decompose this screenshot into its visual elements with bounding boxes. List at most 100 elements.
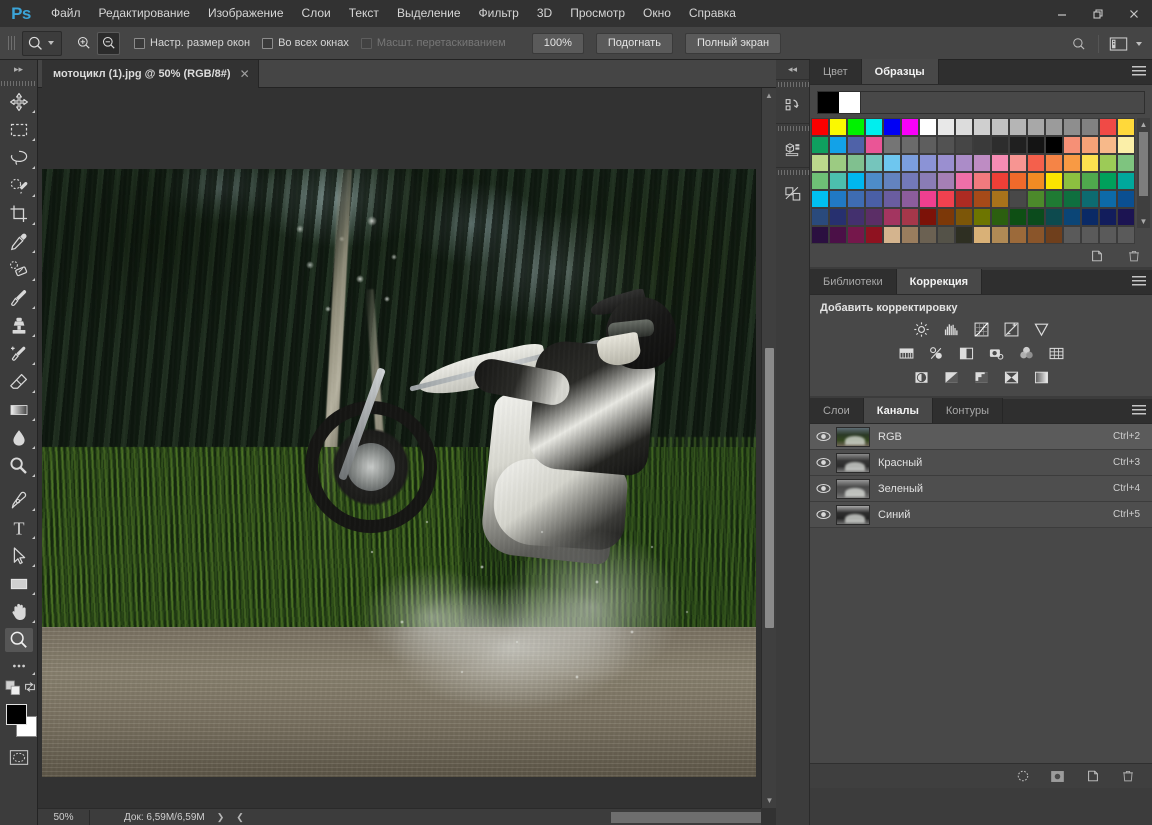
tool-lasso[interactable] (0, 144, 38, 172)
toolbar-grip[interactable] (0, 79, 37, 88)
color-swatch[interactable] (991, 154, 1009, 172)
delete-channel-button[interactable] (1119, 768, 1136, 785)
foreground-color-swatch[interactable] (6, 704, 27, 725)
color-swatch[interactable] (973, 172, 991, 190)
color-swatch[interactable] (955, 208, 973, 226)
tool-history-brush[interactable] (0, 340, 38, 368)
color-swatch[interactable] (883, 136, 901, 154)
color-swatch[interactable] (901, 208, 919, 226)
color-swatch[interactable] (829, 172, 847, 190)
color-swatch[interactable] (1099, 118, 1117, 136)
color-swatch[interactable] (1027, 136, 1045, 154)
color-swatch[interactable] (811, 172, 829, 190)
fill-screen-button[interactable]: Полный экран (684, 32, 782, 54)
close-icon[interactable]: ✕ (240, 67, 250, 81)
color-swatch[interactable] (1063, 190, 1081, 208)
color-swatch[interactable] (1081, 118, 1099, 136)
minimize-button[interactable] (1044, 0, 1080, 27)
color-swatch[interactable] (829, 208, 847, 226)
swatches-scroll-thumb[interactable] (1139, 132, 1148, 196)
color-swatch[interactable] (847, 208, 865, 226)
menu-item-filter[interactable]: Фильтр (470, 0, 528, 27)
color-swatch[interactable] (919, 208, 937, 226)
menu-item-window[interactable]: Окно (634, 0, 680, 27)
color-swatch[interactable] (1009, 154, 1027, 172)
color-swatch[interactable] (1009, 208, 1027, 226)
color-swatch[interactable] (847, 136, 865, 154)
color-swatch[interactable] (1045, 190, 1063, 208)
color-swatch[interactable] (955, 154, 973, 172)
gradient-map-icon[interactable] (1030, 367, 1052, 387)
color-swatch[interactable] (1009, 136, 1027, 154)
color-swatch[interactable] (1045, 172, 1063, 190)
color-swatch[interactable] (883, 208, 901, 226)
zoom-out-button[interactable] (97, 31, 120, 55)
color-swatch[interactable] (865, 226, 883, 244)
color-swatch[interactable] (811, 154, 829, 172)
black-white-icon[interactable] (955, 343, 977, 363)
color-swatch[interactable] (955, 118, 973, 136)
levels-icon[interactable] (940, 319, 962, 339)
color-swatch[interactable] (937, 118, 955, 136)
color-swatch[interactable] (883, 190, 901, 208)
menu-item-view[interactable]: Просмотр (561, 0, 634, 27)
color-swatch[interactable] (1027, 154, 1045, 172)
color-swatch[interactable] (919, 190, 937, 208)
color-swatch[interactable] (1117, 226, 1135, 244)
chevron-up-icon[interactable]: ▲ (1137, 118, 1150, 131)
tool-dodge[interactable] (0, 452, 38, 480)
channel-row[interactable]: RGB Ctrl+2 (810, 424, 1152, 450)
color-swatch[interactable] (901, 172, 919, 190)
color-swatch[interactable] (1081, 136, 1099, 154)
color-swatch[interactable] (1009, 190, 1027, 208)
tool-hand[interactable] (0, 598, 38, 626)
color-swatch[interactable] (865, 136, 883, 154)
color-swatch[interactable] (1063, 208, 1081, 226)
color-swatch[interactable] (973, 154, 991, 172)
color-swatch[interactable] (919, 136, 937, 154)
color-swatch[interactable] (883, 118, 901, 136)
color-swatch[interactable] (1117, 154, 1135, 172)
color-swatch[interactable] (1009, 226, 1027, 244)
all-windows-checkbox[interactable]: Во всех окнах (262, 37, 349, 49)
load-channel-as-selection-button[interactable] (1014, 768, 1031, 785)
tab-paths[interactable]: Контуры (932, 398, 1004, 423)
color-swatch[interactable] (901, 190, 919, 208)
eye-icon[interactable] (810, 457, 836, 468)
color-swatch[interactable] (1099, 226, 1117, 244)
channel-row[interactable]: Красный Ctrl+3 (810, 450, 1152, 476)
color-swatch[interactable] (829, 136, 847, 154)
workspace-switcher-button[interactable] (1105, 32, 1132, 56)
color-swatch[interactable] (991, 226, 1009, 244)
color-swatch[interactable] (1081, 190, 1099, 208)
color-swatch[interactable] (1117, 190, 1135, 208)
channel-row[interactable]: Зеленый Ctrl+4 (810, 476, 1152, 502)
resize-windows-checkbox[interactable]: Настр. размер окон (134, 37, 250, 49)
default-colors-button[interactable] (5, 680, 22, 700)
color-swatch[interactable] (1027, 190, 1045, 208)
tool-path-selection[interactable] (0, 542, 38, 570)
color-swatch[interactable] (1027, 226, 1045, 244)
save-selection-as-channel-button[interactable] (1049, 768, 1066, 785)
color-swatch[interactable] (937, 154, 955, 172)
color-swatch[interactable] (901, 136, 919, 154)
vertical-scroll-thumb[interactable] (765, 348, 774, 628)
color-swatch[interactable] (901, 118, 919, 136)
scroll-up-icon[interactable]: ▲ (762, 88, 776, 103)
posterize-icon[interactable] (940, 367, 962, 387)
color-swatch[interactable] (1027, 172, 1045, 190)
color-swatch[interactable] (1099, 172, 1117, 190)
tool-rectangle[interactable] (0, 570, 38, 598)
color-swatch[interactable] (1099, 190, 1117, 208)
color-swatch[interactable] (1081, 226, 1099, 244)
color-swatch[interactable] (1063, 136, 1081, 154)
color-swatch[interactable] (1081, 172, 1099, 190)
tool-edit-toolbar[interactable] (0, 654, 38, 678)
eye-icon[interactable] (810, 431, 836, 442)
color-swatch[interactable] (991, 118, 1009, 136)
color-swatch[interactable] (1063, 118, 1081, 136)
menu-item-select[interactable]: Выделение (388, 0, 470, 27)
channels-list[interactable]: RGB Ctrl+2 Красный Ctrl+3 Зеленый Ctrl+4 Синий… (810, 424, 1152, 759)
tool-quick-selection[interactable] (0, 172, 38, 200)
menu-item-3d[interactable]: 3D (528, 0, 561, 27)
